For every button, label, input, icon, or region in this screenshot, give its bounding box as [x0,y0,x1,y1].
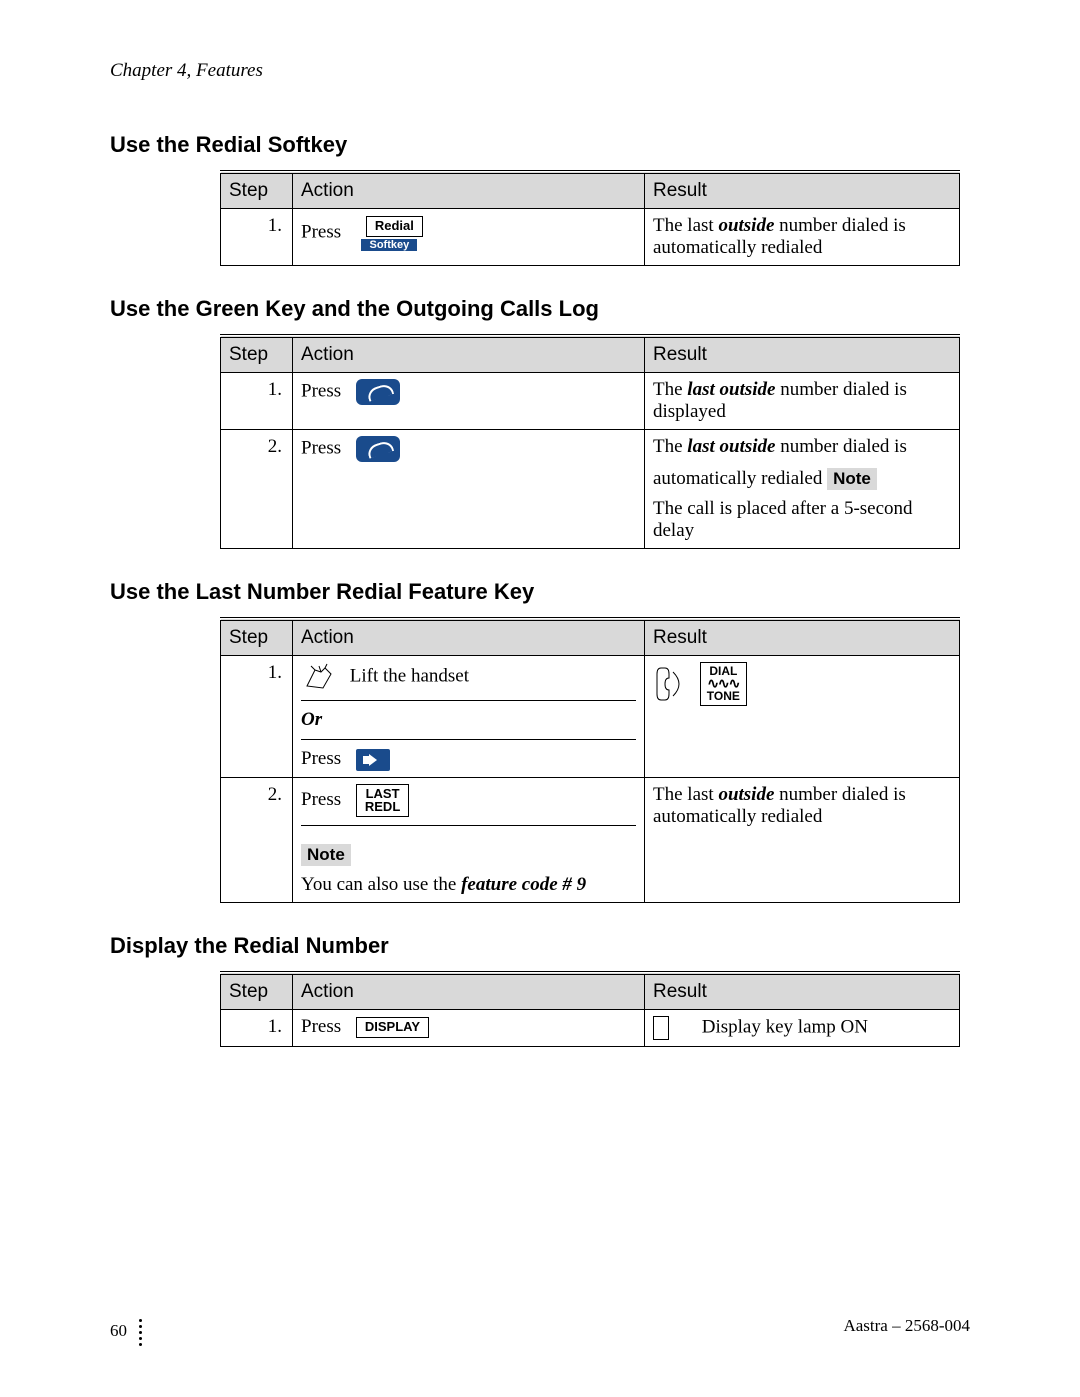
dial-tone-icon: DIAL ∿∿∿ TONE [700,662,747,706]
table-last-number: Step Action Result 1. Lift the handset O… [220,617,960,903]
table-row: 1. Press The last outside number dialed … [221,373,960,430]
col-action: Action [293,619,645,656]
action-cell: Lift the handset Or Press [293,656,645,778]
result-cell: The last outside number dialed is displa… [645,373,960,430]
result-cell: The last outside number dialed is automa… [645,777,960,902]
step-number: 1. [221,373,293,430]
note-text: You can also use the [301,874,461,895]
step-number: 2. [221,430,293,549]
lift-handset-text: Lift the handset [350,665,469,686]
handset-icon [653,664,683,704]
result-emph: last outside [687,379,775,400]
redl-label: REDL [365,799,400,814]
display-button-icon: DISPLAY [356,1017,429,1038]
press-label: Press [301,1016,341,1037]
divider [301,825,636,826]
table-green-key: Step Action Result 1. Press The last out… [220,334,960,549]
note-badge: Note [301,844,351,866]
tone-label: TONE [707,689,740,703]
col-action: Action [293,973,645,1010]
col-result: Result [645,619,960,656]
col-result: Result [645,973,960,1010]
or-label: Or [301,709,322,730]
step-number: 1. [221,209,293,266]
speaker-key-icon [356,749,390,771]
note-emph: feature code # 9 [461,874,586,895]
step-number: 1. [221,656,293,778]
page-footer: 60 Aastra – 2568-004 [110,1316,970,1349]
col-action: Action [293,336,645,373]
result-cell: The last outside number dialed is automa… [645,209,960,266]
table-redial-softkey: Step Action Result 1. Press Redial Softk… [220,170,960,266]
green-phone-key-icon [356,379,400,405]
press-label: Press [301,437,341,458]
action-cell: Press [293,430,645,549]
col-result: Result [645,336,960,373]
section-title-last-number: Use the Last Number Redial Feature Key [110,579,970,605]
table-row: 1. Press DISPLAY Display key lamp ON [221,1009,960,1046]
step-number: 2. [221,777,293,902]
result-text: The last [653,784,718,805]
document-page: Chapter 4, Features Use the Redial Softk… [0,0,1080,1397]
result-text: The [653,436,687,457]
col-step: Step [221,172,293,209]
wave-icon: ∿∿∿ [707,675,739,691]
chapter-header: Chapter 4, Features [110,60,970,82]
col-result: Result [645,172,960,209]
action-note: You can also use the feature code # 9 [301,874,636,896]
action-cell: Press LAST REDL Note You can also use th… [293,777,645,902]
page-number: 60 [110,1321,127,1341]
result-cell: DIAL ∿∿∿ TONE [645,656,960,778]
col-step: Step [221,619,293,656]
hand-lift-icon [301,662,335,692]
result-emph: outside [718,784,774,805]
section-title-redial-softkey: Use the Redial Softkey [110,132,970,158]
last-redl-button-icon: LAST REDL [356,784,409,817]
note-text: The call is placed after a 5-second dela… [653,498,951,542]
col-step: Step [221,973,293,1010]
table-row: 2. Press The last outside number dialed … [221,430,960,549]
divider [301,739,636,740]
section-title-green-key: Use the Green Key and the Outgoing Calls… [110,296,970,322]
result-cell: The last outside number dialed is automa… [645,430,960,549]
result-text: The [653,379,687,400]
table-row: 1. Lift the handset Or Press DIAL ∿∿∿ [221,656,960,778]
table-row: 1. Press Redial Softkey The last outside… [221,209,960,266]
footer-dots-icon [139,1316,145,1349]
result-emph: outside [718,215,774,236]
col-step: Step [221,336,293,373]
result-emph: last outside [687,436,775,457]
col-action: Action [293,172,645,209]
result-cell: Display key lamp ON [645,1009,960,1046]
press-label: Press [301,748,341,769]
redial-button-label: Redial [366,216,423,237]
press-label: Press [301,380,341,401]
action-cell: Press [293,373,645,430]
footer-docid: Aastra – 2568-004 [843,1316,970,1336]
action-cell: Press DISPLAY [293,1009,645,1046]
redial-softkey-icon: Redial Softkey [356,215,423,251]
press-label: Press [301,221,341,242]
result-text: The last [653,215,718,236]
note-badge: Note [827,468,877,490]
section-title-display-redial: Display the Redial Number [110,933,970,959]
softkey-sublabel: Softkey [361,239,417,251]
result-text: Display key lamp ON [702,1016,868,1037]
step-number: 1. [221,1009,293,1046]
action-cell: Press Redial Softkey [293,209,645,266]
lamp-icon [653,1016,669,1040]
divider [301,700,636,701]
green-phone-key-icon [356,436,400,462]
table-row: 2. Press LAST REDL Note You can also use… [221,777,960,902]
press-label: Press [301,789,341,810]
table-display-redial: Step Action Result 1. Press DISPLAY Disp… [220,971,960,1047]
